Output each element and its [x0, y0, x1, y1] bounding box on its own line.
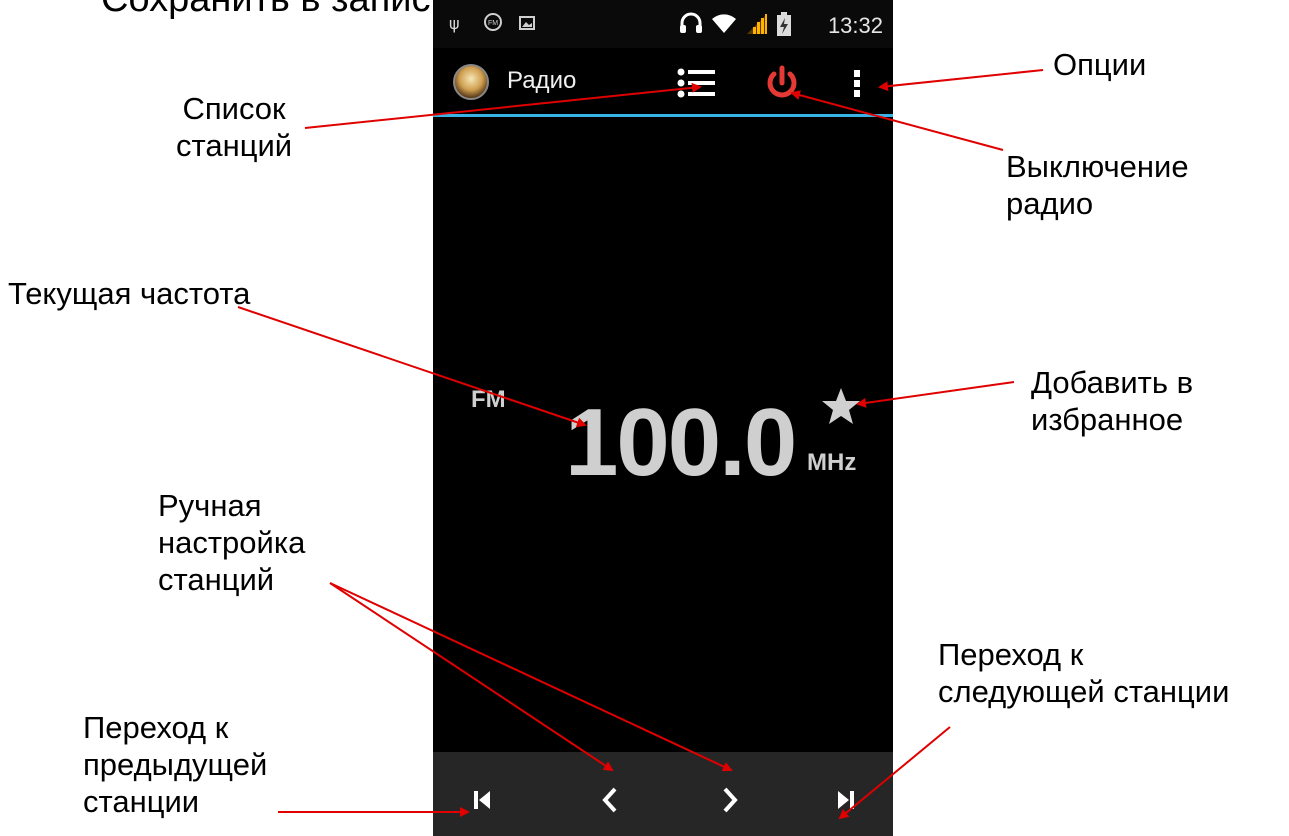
tune-up-icon: [723, 787, 738, 813]
power-icon: [767, 65, 797, 98]
prev-station-button[interactable]: [457, 774, 507, 824]
app-title: Радио: [507, 67, 577, 94]
image-icon: [519, 15, 535, 35]
tune-down-icon: [602, 787, 617, 813]
status-time: 13:32: [827, 13, 883, 38]
phone-screen: ψ FM 13:32 Радио FM 100.0 MHz: [433, 0, 893, 836]
action-bar: Радио: [433, 48, 893, 114]
usb-icon: ψ: [449, 14, 460, 33]
callout-next-station: Переход к следующей станции: [938, 637, 1230, 709]
power-button[interactable]: [764, 65, 800, 101]
svg-text:FM: FM: [488, 20, 498, 27]
tune-up-button[interactable]: [705, 774, 755, 824]
tune-down-button[interactable]: [585, 774, 635, 824]
callout-station-list: Список станций: [176, 91, 293, 163]
bottom-control-bar: [433, 752, 893, 836]
next-station-button[interactable]: [823, 774, 873, 824]
next-station-icon: [838, 791, 854, 809]
arrow-options: [878, 69, 1044, 92]
overflow-menu-icon: [854, 70, 860, 97]
status-bar: ψ FM 13:32: [433, 0, 893, 48]
callout-manual-tune: Ручная настройка станций: [158, 488, 306, 597]
signal-icon: [745, 12, 769, 40]
frequency-display: 100.0: [565, 389, 797, 496]
fm-icon: FM: [483, 12, 503, 36]
prev-station-icon: [474, 791, 490, 809]
radio-app-icon: [453, 64, 489, 100]
frequency-unit: MHz: [807, 449, 857, 476]
callout-power-off: Выключение радио: [1006, 149, 1189, 221]
station-list-button[interactable]: [675, 68, 717, 98]
overflow-menu-button[interactable]: [851, 68, 863, 100]
action-bar-divider: [433, 114, 893, 117]
station-list-icon: [677, 68, 715, 98]
star-icon: [822, 388, 860, 424]
callout-add-favorite: Добавить в избранное: [1031, 365, 1194, 437]
battery-icon: [777, 12, 791, 40]
band-label: FM: [471, 386, 506, 413]
callout-current-frequency: Текущая частота: [8, 276, 251, 311]
add-favorite-button[interactable]: [821, 386, 861, 428]
callout-options: Опции: [1053, 47, 1147, 82]
callout-prev-station: Переход к предыдущей станции: [83, 710, 268, 819]
wifi-icon: [711, 12, 737, 38]
headphones-icon: [679, 12, 703, 38]
